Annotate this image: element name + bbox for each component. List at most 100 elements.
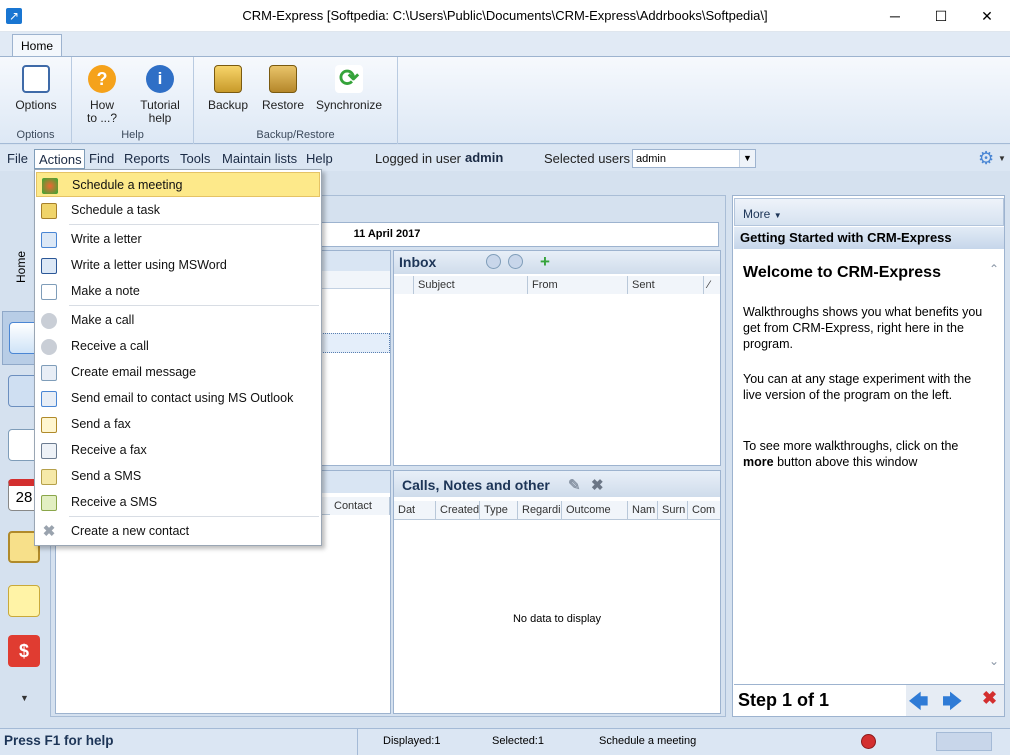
scroll-down-icon[interactable]: ⌄ — [989, 654, 999, 668]
help-more-link[interactable]: more — [743, 455, 774, 469]
inbox-col-flag[interactable] — [394, 276, 414, 294]
close-help-icon[interactable]: ✖ — [982, 688, 997, 709]
menu-item-make-note[interactable]: Make a note — [36, 279, 320, 304]
tab-home[interactable]: Home — [12, 34, 62, 57]
calls-col-type[interactable]: Type — [480, 501, 518, 519]
menu-actions[interactable]: Actions — [34, 149, 85, 169]
help-paragraph-2: You can at any stage experiment with the… — [743, 372, 972, 402]
ribbon-group-help: ? How to ...? i Tutorial help Help — [72, 57, 194, 144]
backup-button[interactable]: Backup — [206, 63, 250, 112]
inbox-col-subject[interactable]: Subject — [414, 276, 528, 294]
refresh-mail-icon[interactable] — [508, 254, 523, 269]
menu-separator — [69, 224, 319, 225]
gear-dropdown-icon[interactable]: ▼ — [998, 154, 1006, 163]
menu-tools[interactable]: Tools — [180, 151, 210, 166]
calls-col-surname[interactable]: Surn — [658, 501, 688, 519]
menu-item-schedule-task[interactable]: Schedule a task — [36, 198, 320, 223]
menu-item-send-fax[interactable]: Send a fax — [36, 412, 320, 437]
menu-help[interactable]: Help — [306, 151, 333, 166]
minimize-button[interactable]: ─ — [872, 0, 918, 32]
group-label-help: Help — [121, 129, 144, 141]
menu-find[interactable]: Find — [89, 151, 114, 166]
menu-item-send-email-outlook[interactable]: Send email to contact using MS Outlook — [36, 386, 320, 411]
calls-col-date[interactable]: Dat — [394, 501, 436, 519]
task-icon — [41, 203, 57, 219]
menu-reports[interactable]: Reports — [124, 151, 170, 166]
sales-icon[interactable]: $ — [8, 635, 40, 667]
menu-item-receive-sms[interactable]: Receive a SMS — [36, 490, 320, 515]
ribbon-tab-row — [0, 32, 1010, 56]
menu-item-send-sms[interactable]: Send a SMS — [36, 464, 320, 489]
inbox-col-sent[interactable]: Sent — [628, 276, 704, 294]
menu-item-write-letter[interactable]: Write a letter — [36, 227, 320, 252]
menu-item-create-email[interactable]: Create email message — [36, 360, 320, 385]
help-header: Getting Started with CRM-Express — [734, 227, 1004, 249]
menu-item-write-letter-msword[interactable]: Write a letter using MSWord — [36, 253, 320, 278]
menu-item-make-call[interactable]: Make a call — [36, 308, 320, 333]
selected-users-select[interactable]: admin ▼ — [632, 149, 756, 168]
menu-file[interactable]: File — [7, 151, 28, 166]
menu-item-receive-fax[interactable]: Receive a fax — [36, 438, 320, 463]
menu-item-receive-call[interactable]: Receive a call — [36, 334, 320, 359]
home-vertical-label: Home — [14, 250, 28, 283]
calls-columns: Dat Created Type Regardi Outcome Nam Sur… — [394, 501, 720, 520]
calls-panel: Calls, Notes and other ✎ ✖ Dat Created T… — [393, 470, 721, 714]
inbox-col-from[interactable]: From — [528, 276, 628, 294]
calls-col-name[interactable]: Nam — [628, 501, 658, 519]
status-record-icon[interactable] — [861, 734, 876, 749]
edit-icon[interactable]: ✎ — [568, 476, 581, 494]
menu-bar: File Find Reports Tools Maintain lists H… — [0, 145, 1010, 171]
close-button[interactable]: ✕ — [964, 0, 1010, 32]
how-to-button[interactable]: ? How to ...? — [80, 63, 124, 125]
delete-icon[interactable]: ✖ — [591, 476, 604, 494]
help-pane: More ▼ Getting Started with CRM-Express … — [732, 195, 1005, 717]
contacts-col-contact[interactable]: Contact — [330, 497, 390, 515]
maximize-button[interactable]: ☐ — [918, 0, 964, 32]
menu-maintain-lists[interactable]: Maintain lists — [222, 151, 297, 166]
options-button[interactable]: Options — [10, 63, 62, 112]
help-paragraph-1: Walkthroughs shows you what benefits you… — [743, 305, 983, 351]
calls-col-company[interactable]: Com — [688, 501, 720, 519]
ribbon-group-backup-restore: Backup Restore ⟳ Synchronize Backup/Rest… — [194, 57, 398, 144]
ribbon: Options Options ? How to ...? i Tutorial… — [0, 56, 1010, 144]
nav-more-icon[interactable]: ▼ — [20, 693, 29, 703]
calls-col-created[interactable]: Created — [436, 501, 480, 519]
selected-users-label: Selected users — [544, 151, 630, 166]
group-label-backup-restore: Backup/Restore — [256, 129, 335, 141]
fax-send-icon — [41, 417, 57, 433]
calls-col-regarding[interactable]: Regardi — [518, 501, 562, 519]
menu-item-schedule-meeting[interactable]: Schedule a meeting — [36, 172, 320, 197]
calls-empty-text: No data to display — [512, 613, 602, 625]
tutorial-help-button[interactable]: i Tutorial help — [130, 63, 190, 125]
more-button[interactable]: More ▼ — [743, 207, 782, 221]
synchronize-button[interactable]: ⟳ Synchronize — [316, 63, 382, 112]
fax-receive-icon — [41, 443, 57, 459]
inbox-col-sort-icon[interactable]: ⁄ — [704, 276, 720, 294]
next-arrow-icon[interactable]: 🡆 — [942, 687, 963, 721]
restore-button[interactable]: Restore — [260, 63, 306, 112]
gear-icon[interactable]: ⚙ — [978, 148, 994, 169]
previous-arrow-icon[interactable]: 🡄 — [908, 687, 929, 721]
inbox-columns: Subject From Sent ⁄ — [394, 276, 720, 294]
status-action: Schedule a meeting — [599, 735, 697, 747]
sync-icon: ⟳ — [335, 65, 363, 93]
letter-icon — [41, 232, 57, 248]
zoom-slider[interactable] — [936, 732, 992, 751]
send-receive-icon[interactable] — [486, 254, 501, 269]
scroll-up-icon[interactable]: ⌃ — [989, 262, 999, 276]
help-toolbar: More ▼ — [734, 198, 1004, 226]
calls-col-outcome[interactable]: Outcome — [562, 501, 628, 519]
notes-icon[interactable] — [8, 585, 40, 617]
status-divider — [357, 729, 358, 755]
ribbon-group-options: Options Options — [0, 57, 72, 144]
menu-actions-label: Actions — [39, 152, 82, 167]
add-icon[interactable]: + — [540, 252, 550, 272]
phone-in-icon — [41, 339, 57, 355]
new-contact-icon: ✖ — [42, 523, 56, 540]
phone-out-icon — [41, 313, 57, 329]
step-text: Step 1 of 1 — [738, 690, 830, 710]
backup-icon — [214, 65, 242, 93]
info-icon: i — [146, 65, 174, 93]
menu-item-new-contact[interactable]: ✖ Create a new contact — [36, 519, 320, 544]
actions-dropdown: Schedule a meeting Schedule a task Write… — [34, 169, 322, 546]
